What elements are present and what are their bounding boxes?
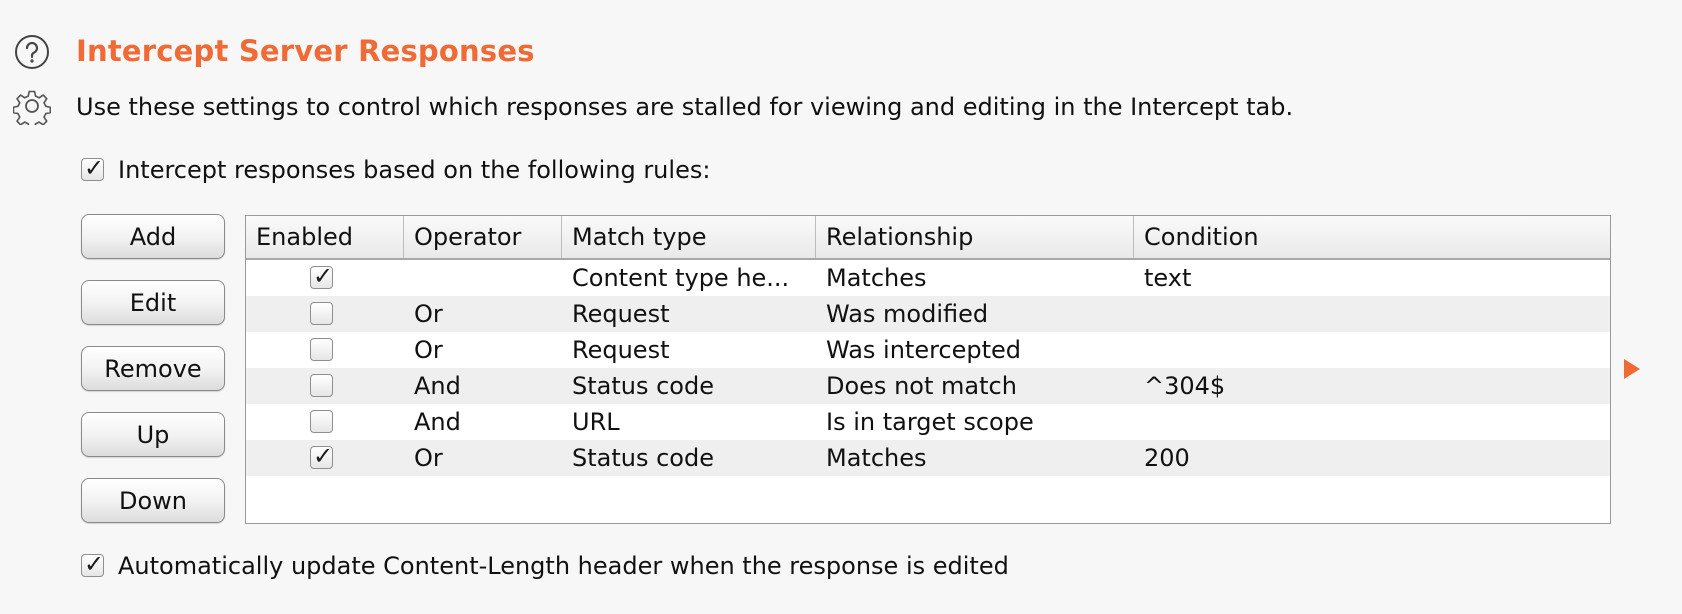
- row-match-type: URL: [572, 408, 620, 436]
- column-header-match-type[interactable]: Match type: [562, 216, 816, 258]
- table-row[interactable]: Or Status code Matches 200: [246, 440, 1610, 476]
- column-header-enabled[interactable]: Enabled: [246, 216, 404, 258]
- intercept-responses-label: Intercept responses based on the followi…: [118, 156, 711, 184]
- row-condition: [1134, 296, 1144, 332]
- table-row[interactable]: Or Request Was modified: [246, 296, 1610, 332]
- table-row[interactable]: Content type he... Matches text: [246, 260, 1610, 296]
- row-enabled-checkbox[interactable]: [310, 442, 333, 470]
- intercept-responses-option[interactable]: Intercept responses based on the followi…: [81, 154, 711, 184]
- row-match-type: Request: [572, 300, 670, 328]
- column-header-operator[interactable]: Operator: [404, 216, 562, 258]
- row-enabled-checkbox[interactable]: [310, 302, 333, 325]
- row-relationship: Was intercepted: [826, 336, 1022, 364]
- row-enabled-checkbox[interactable]: [310, 262, 333, 290]
- row-condition: ^304$: [1144, 372, 1226, 400]
- auto-update-label: Automatically update Content-Length head…: [118, 552, 1009, 580]
- auto-update-content-length-option[interactable]: Automatically update Content-Length head…: [81, 550, 1009, 580]
- row-operator: And: [414, 372, 461, 400]
- table-row[interactable]: Or Request Was intercepted: [246, 332, 1610, 368]
- row-operator: And: [414, 408, 461, 436]
- row-operator: Or: [414, 300, 443, 328]
- auto-update-checkbox[interactable]: [81, 550, 104, 578]
- page-title: Intercept Server Responses: [76, 34, 535, 68]
- row-condition: [1134, 332, 1144, 368]
- table-row[interactable]: And URL Is in target scope: [246, 404, 1610, 440]
- up-button[interactable]: Up: [81, 412, 225, 457]
- row-operator: Or: [414, 444, 443, 472]
- row-relationship: Was modified: [826, 300, 989, 328]
- row-match-type: Request: [572, 336, 670, 364]
- table-header: Enabled Operator Match type Relationship…: [246, 216, 1610, 260]
- row-match-type: Status code: [572, 372, 714, 400]
- row-enabled-checkbox[interactable]: [310, 338, 333, 361]
- row-enabled-checkbox[interactable]: [310, 410, 333, 433]
- remove-button[interactable]: Remove: [81, 346, 225, 391]
- gear-icon: [13, 90, 51, 125]
- row-relationship: Matches: [826, 444, 927, 472]
- question-circle-icon[interactable]: [14, 34, 50, 70]
- row-condition: text: [1144, 264, 1192, 292]
- row-relationship: Is in target scope: [826, 408, 1034, 436]
- row-operator: [404, 260, 414, 296]
- row-operator: Or: [414, 336, 443, 364]
- row-condition: [1134, 404, 1144, 440]
- column-header-condition[interactable]: Condition: [1134, 216, 1610, 258]
- row-relationship: Does not match: [826, 372, 1017, 400]
- row-relationship: Matches: [826, 264, 927, 292]
- triangle-right-icon[interactable]: [1624, 359, 1640, 379]
- column-header-relationship[interactable]: Relationship: [816, 216, 1134, 258]
- rules-table[interactable]: Enabled Operator Match type Relationship…: [245, 215, 1611, 524]
- row-match-type: Status code: [572, 444, 714, 472]
- table-row[interactable]: And Status code Does not match ^304$: [246, 368, 1610, 404]
- row-condition: 200: [1144, 444, 1190, 472]
- add-button[interactable]: Add: [81, 214, 225, 259]
- edit-button[interactable]: Edit: [81, 280, 225, 325]
- row-enabled-checkbox[interactable]: [310, 374, 333, 397]
- row-match-type: Content type he...: [572, 264, 790, 292]
- settings-description: Use these settings to control which resp…: [76, 93, 1294, 121]
- intercept-responses-checkbox[interactable]: [81, 154, 104, 182]
- down-button[interactable]: Down: [81, 478, 225, 523]
